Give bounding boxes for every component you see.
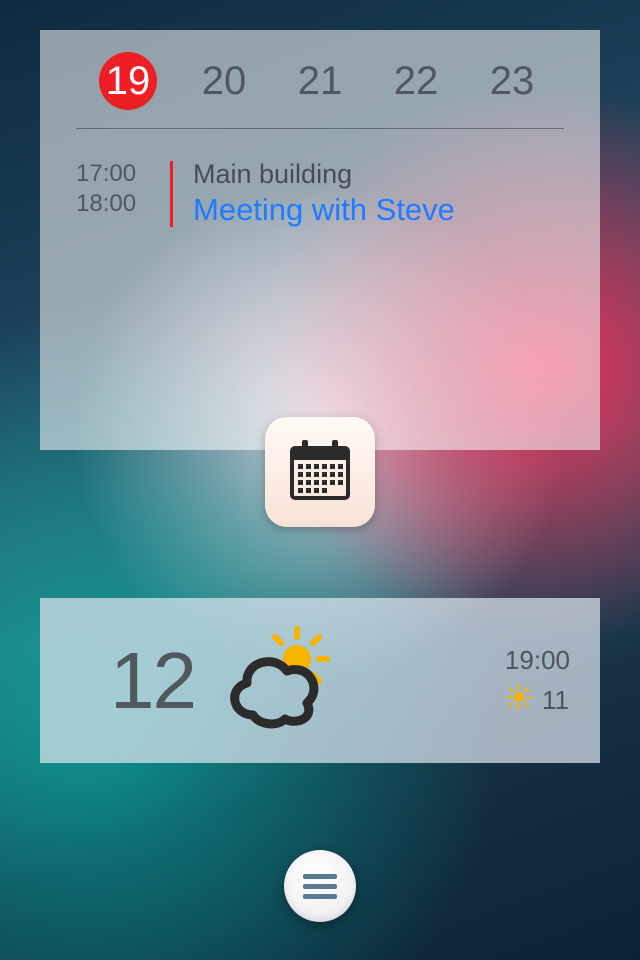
event-location: Main building xyxy=(193,159,455,190)
weather-forecast: 19:00 11 xyxy=(505,645,570,717)
calendar-day-4[interactable]: 23 xyxy=(483,52,541,110)
event-color-bar xyxy=(170,161,173,227)
calendar-day-3[interactable]: 22 xyxy=(387,52,445,110)
calendar-event[interactable]: 17:00 18:00 Main building Meeting with S… xyxy=(40,129,600,229)
event-body: Main building Meeting with Steve xyxy=(193,159,455,228)
calendar-icon xyxy=(284,434,356,511)
weather-widget[interactable]: 12 19:00 xyxy=(40,598,600,763)
event-times: 17:00 18:00 xyxy=(76,159,158,219)
calendar-app-icon[interactable] xyxy=(265,417,375,527)
calendar-day-1[interactable]: 20 xyxy=(195,52,253,110)
calendar-day-0[interactable]: 19 xyxy=(99,52,157,110)
menu-button[interactable] xyxy=(284,850,356,922)
calendar-days-row: 19 20 21 22 23 xyxy=(40,52,600,128)
event-start-time: 17:00 xyxy=(76,159,158,189)
sunny-icon xyxy=(506,684,532,717)
partly-cloudy-icon xyxy=(215,623,345,738)
forecast-time: 19:00 xyxy=(505,645,570,676)
calendar-widget: 19 20 21 22 23 17:00 18:00 Main building… xyxy=(40,30,600,450)
current-temperature: 12 xyxy=(110,635,195,727)
event-end-time: 18:00 xyxy=(76,189,158,219)
event-title: Meeting with Steve xyxy=(193,192,455,228)
calendar-day-2[interactable]: 21 xyxy=(291,52,349,110)
menu-icon xyxy=(303,874,337,899)
forecast-temperature: 11 xyxy=(542,685,569,716)
